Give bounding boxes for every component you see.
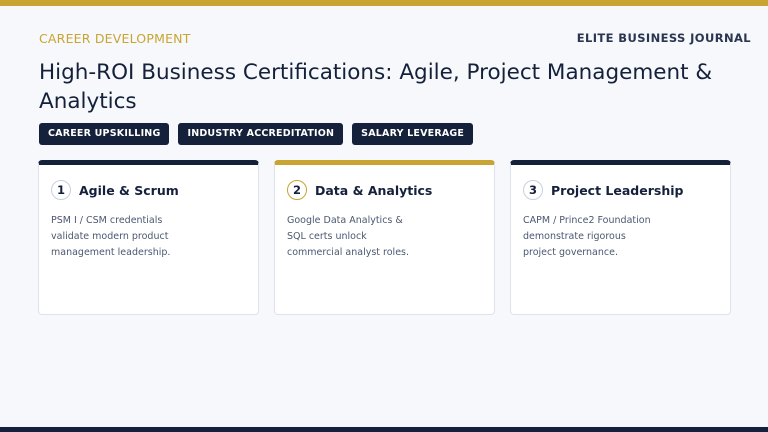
card-title: Data & Analytics (315, 182, 433, 198)
card-project-leadership: 3 Project Leadership CAPM / Prince2 Foun… (510, 160, 731, 315)
certification-cards: 1 Agile & Scrum PSM I / CSM credentials … (38, 160, 731, 315)
card-header: 3 Project Leadership (523, 179, 718, 201)
step-number-badge: 2 (287, 180, 307, 200)
step-number-badge: 3 (523, 180, 543, 200)
tag-salary-leverage: SALARY LEVERAGE (352, 123, 474, 145)
card-data-analytics: 2 Data & Analytics Google Data Analytics… (274, 160, 495, 315)
publication-name: ELITE BUSINESS JOURNAL (576, 31, 751, 45)
card-description: Google Data Analytics & SQL certs unlock… (287, 215, 410, 258)
card-title: Agile & Scrum (79, 182, 179, 198)
bottom-accent-bar (0, 427, 768, 432)
top-accent-bar (0, 0, 768, 6)
tag-career-upskilling: CAREER UPSKILLING (39, 123, 170, 145)
section-kicker: CAREER DEVELOPMENT (39, 31, 191, 46)
step-number-badge: 1 (51, 180, 71, 200)
card-agile-scrum: 1 Agile & Scrum PSM I / CSM credentials … (38, 160, 259, 315)
card-header: 2 Data & Analytics (287, 179, 482, 201)
card-description: PSM I / CSM credentials validate modern … (51, 215, 171, 258)
card-description: CAPM / Prince2 Foundation demonstrate ri… (523, 215, 651, 258)
card-header: 1 Agile & Scrum (51, 179, 246, 201)
card-title: Project Leadership (551, 182, 684, 198)
tag-industry-accreditation: INDUSTRY ACCREDITATION (178, 123, 344, 145)
tag-list: CAREER UPSKILLING INDUSTRY ACCREDITATION… (39, 123, 474, 145)
page-title: High-ROI Business Certifications: Agile,… (39, 60, 713, 114)
